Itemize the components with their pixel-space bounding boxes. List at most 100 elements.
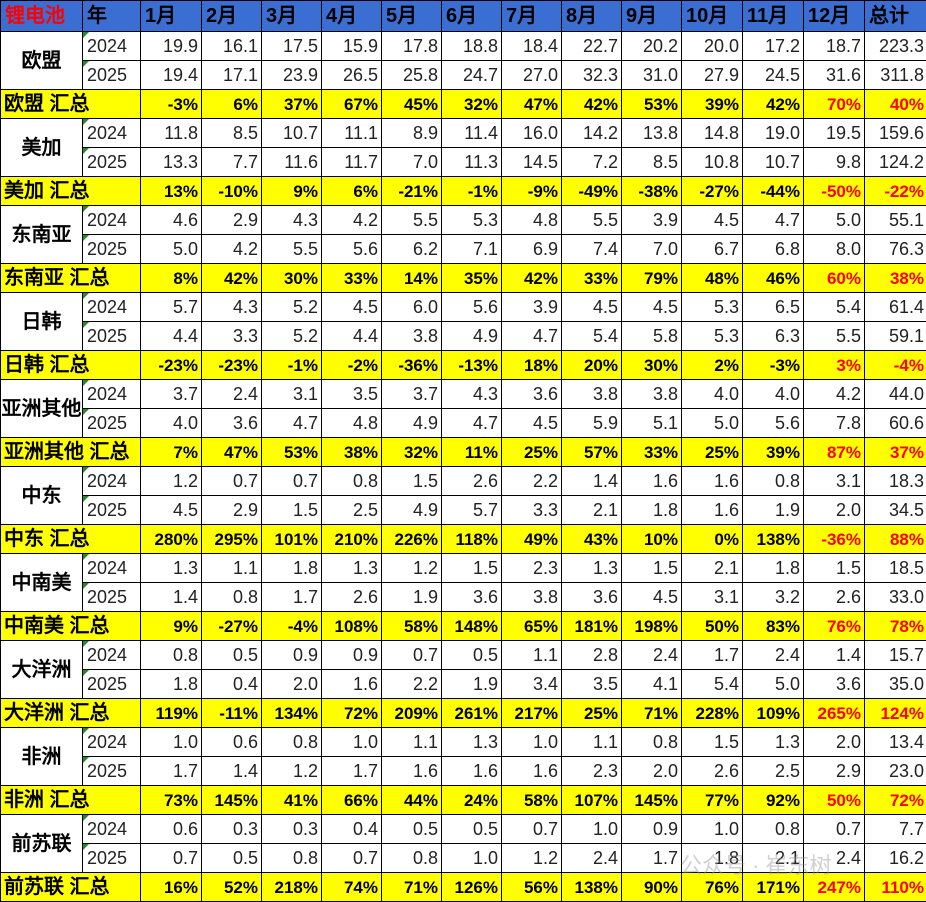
data-row: 大洋洲20240.80.50.90.90.70.51.12.82.41.72.4… [1,641,926,670]
value-cell: 1.7 [141,757,202,786]
growth-cell: 90% [622,873,682,902]
growth-total-cell: 124% [865,699,926,728]
growth-cell: 247% [804,873,865,902]
growth-cell: 76% [682,873,743,902]
year-cell: 2024 [83,467,141,496]
value-cell: 3.4 [502,670,562,699]
growth-cell: 0% [682,525,743,554]
growth-total-cell: 88% [865,525,926,554]
growth-cell: -1% [442,177,502,206]
growth-cell: 45% [382,90,442,119]
year-cell: 2025 [83,583,141,612]
growth-total-cell: 37% [865,438,926,467]
value-cell: 0.7 [262,467,322,496]
year-cell: 2025 [83,409,141,438]
value-cell: 8.5 [622,148,682,177]
growth-cell: 65% [502,612,562,641]
value-cell: 5.8 [622,322,682,351]
value-cell: 2.4 [804,844,865,873]
value-cell: 3.8 [382,322,442,351]
value-cell: 0.9 [322,641,382,670]
value-cell: 4.7 [262,409,322,438]
value-cell: 1.2 [141,467,202,496]
value-cell: 1.4 [202,757,262,786]
value-cell: 0.8 [382,844,442,873]
value-cell: 5.0 [743,670,804,699]
growth-cell: 295% [202,525,262,554]
value-cell: 17.5 [262,32,322,61]
growth-cell: 50% [682,612,743,641]
value-cell: 2.1 [743,844,804,873]
growth-cell: 42% [202,264,262,293]
value-cell: 23.9 [262,61,322,90]
growth-cell: 41% [262,786,322,815]
total-cell: 16.2 [865,844,926,873]
value-cell: 1.5 [382,467,442,496]
summary-row: 欧盟 汇总-3%6%37%67%45%32%47%42%53%39%42%70%… [1,90,926,119]
value-cell: 1.9 [743,496,804,525]
value-cell: 3.1 [682,583,743,612]
growth-cell: -21% [382,177,442,206]
value-cell: 15.9 [322,32,382,61]
value-cell: 10.7 [262,119,322,148]
value-cell: 1.7 [262,583,322,612]
value-cell: 6.3 [743,322,804,351]
summary-label: 日韩 汇总 [1,351,141,380]
growth-cell: -4% [262,612,322,641]
value-cell: 1.0 [502,728,562,757]
header-row: 锂电池 年 1月 2月 3月 4月 5月 6月 7月 8月 9月 10月 11月… [1,1,926,32]
data-row: 非洲20241.00.60.81.01.11.31.01.10.81.51.32… [1,728,926,757]
growth-cell: 48% [682,264,743,293]
value-cell: 7.4 [562,235,622,264]
growth-cell: 6% [202,90,262,119]
growth-cell: 67% [322,90,382,119]
value-cell: 1.0 [322,728,382,757]
value-cell: 7.8 [804,409,865,438]
value-cell: 6.9 [502,235,562,264]
data-row: 20251.80.42.01.62.21.93.43.54.15.45.03.6… [1,670,926,699]
year-cell: 2024 [83,641,141,670]
value-cell: 5.3 [682,322,743,351]
region-name: 欧盟 [1,32,83,90]
month-header: 11月 [743,1,804,32]
year-cell: 2024 [83,293,141,322]
growth-total-cell: -22% [865,177,926,206]
value-cell: 2.9 [202,206,262,235]
data-row: 日韩20245.74.35.24.56.05.63.94.54.55.36.55… [1,293,926,322]
value-cell: 18.7 [804,32,865,61]
data-row: 20250.70.50.80.70.81.01.22.41.71.82.12.4… [1,844,926,873]
growth-cell: 33% [622,438,682,467]
value-cell: 1.6 [322,670,382,699]
value-cell: 0.8 [262,844,322,873]
value-cell: 3.1 [262,380,322,409]
total-cell: 13.4 [865,728,926,757]
growth-cell: 44% [382,786,442,815]
value-cell: 1.1 [202,554,262,583]
summary-row: 日韩 汇总-23%-23%-1%-2%-36%-13%18%20%30%2%-3… [1,351,926,380]
month-header: 10月 [682,1,743,32]
growth-cell: 6% [322,177,382,206]
value-cell: 1.0 [442,844,502,873]
value-cell: 5.9 [562,409,622,438]
value-cell: 5.2 [262,322,322,351]
growth-cell: 72% [322,699,382,728]
value-cell: 3.1 [804,467,865,496]
value-cell: 4.5 [141,496,202,525]
growth-cell: 171% [743,873,804,902]
value-cell: 19.0 [743,119,804,148]
growth-cell: 76% [804,612,865,641]
value-cell: 19.5 [804,119,865,148]
growth-cell: 50% [804,786,865,815]
value-cell: 3.8 [622,380,682,409]
year-cell: 2024 [83,32,141,61]
region-name: 非洲 [1,728,83,786]
growth-cell: 73% [141,786,202,815]
value-cell: 2.0 [804,496,865,525]
value-cell: 1.4 [804,641,865,670]
growth-cell: 33% [562,264,622,293]
year-cell: 2024 [83,728,141,757]
growth-total-cell: 38% [865,264,926,293]
value-cell: 1.1 [382,728,442,757]
growth-cell: 265% [804,699,865,728]
year-cell: 2024 [83,815,141,844]
